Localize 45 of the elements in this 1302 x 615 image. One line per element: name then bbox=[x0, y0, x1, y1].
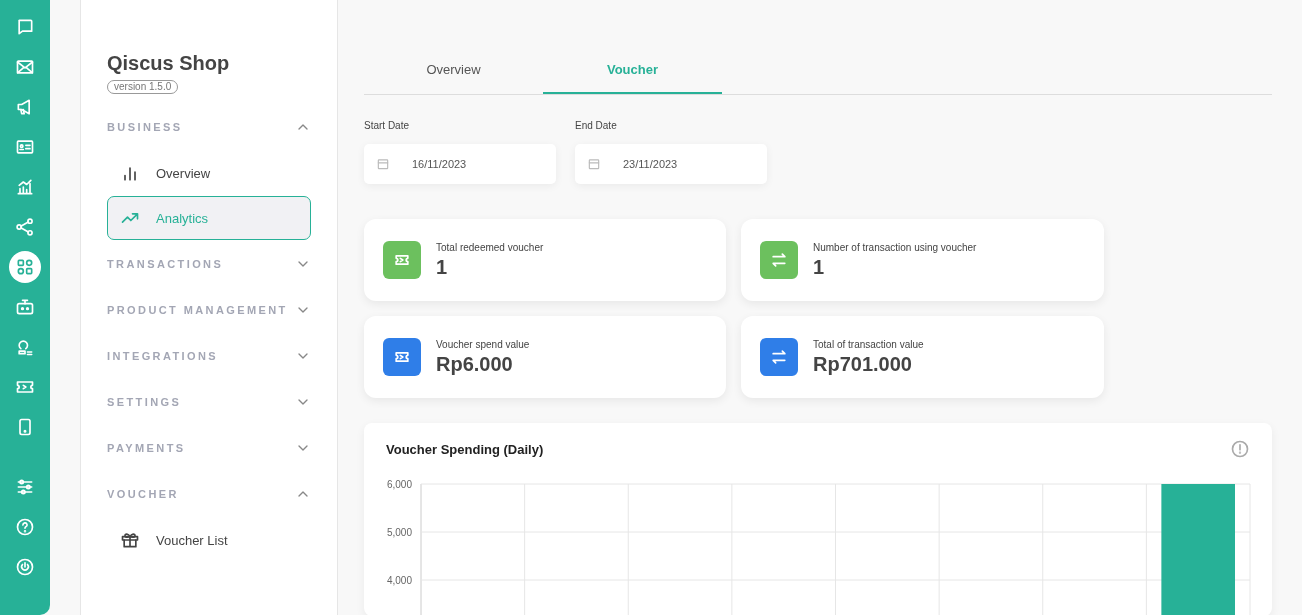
tab[interactable]: Overview bbox=[364, 48, 543, 94]
sidebar-item[interactable]: Voucher List bbox=[107, 518, 311, 562]
stat-value: 1 bbox=[813, 255, 826, 279]
axis-label: 5,000 bbox=[386, 526, 412, 538]
stat-label: Number of transaction using voucher bbox=[813, 241, 977, 255]
field-label: End Date bbox=[575, 119, 618, 133]
calendar-icon bbox=[376, 157, 390, 171]
chat-icon[interactable] bbox=[15, 17, 35, 37]
calendar-icon bbox=[587, 157, 601, 171]
axis-label: 4,000 bbox=[386, 574, 412, 586]
sliders-icon[interactable] bbox=[15, 477, 35, 497]
chart-icon[interactable] bbox=[15, 177, 35, 197]
sidebar-item[interactable]: Analytics bbox=[107, 196, 311, 240]
robot-icon[interactable] bbox=[15, 297, 35, 317]
tab[interactable]: Voucher bbox=[543, 48, 722, 94]
date-field[interactable]: 23/11/2023 bbox=[575, 144, 767, 184]
stat-label: Voucher spend value bbox=[436, 338, 530, 352]
date-field[interactable]: 16/11/2023 bbox=[364, 144, 556, 184]
section-header[interactable]: SETTINGS bbox=[107, 396, 182, 408]
info-icon[interactable] bbox=[1230, 439, 1250, 459]
power-icon[interactable] bbox=[15, 557, 35, 577]
stat-value: Rp6.000 bbox=[436, 352, 514, 376]
field-label: Start Date bbox=[364, 119, 411, 133]
section-header[interactable]: VOUCHER bbox=[107, 488, 179, 500]
help-icon[interactable] bbox=[15, 517, 35, 537]
share-icon[interactable] bbox=[15, 217, 35, 237]
stat-value: Rp701.000 bbox=[813, 352, 913, 376]
stat-label: Total of transaction value bbox=[813, 338, 924, 352]
id-card-icon[interactable] bbox=[15, 137, 35, 157]
mail-icon[interactable] bbox=[15, 57, 35, 77]
section-header[interactable]: BUSINESS bbox=[107, 121, 183, 133]
user-icon[interactable] bbox=[15, 337, 35, 357]
stat-label: Total redeemed voucher bbox=[436, 241, 544, 255]
chart-title: Voucher Spending (Daily) bbox=[386, 441, 544, 457]
sidebar-item[interactable]: Overview bbox=[107, 151, 311, 195]
gift-icon bbox=[120, 530, 140, 550]
section-header[interactable]: PRODUCT MANAGEMENT bbox=[107, 304, 288, 316]
stat-value: 1 bbox=[436, 255, 449, 279]
section-header[interactable]: PAYMENTS bbox=[107, 442, 186, 454]
shop-title: Qiscus Shop bbox=[107, 51, 230, 76]
axis-label: 6,000 bbox=[386, 478, 412, 490]
grid-icon[interactable] bbox=[15, 257, 35, 277]
section-header[interactable]: INTEGRATIONS bbox=[107, 350, 219, 362]
rail-button[interactable] bbox=[9, 251, 41, 283]
section-header[interactable]: TRANSACTIONS bbox=[107, 258, 224, 270]
